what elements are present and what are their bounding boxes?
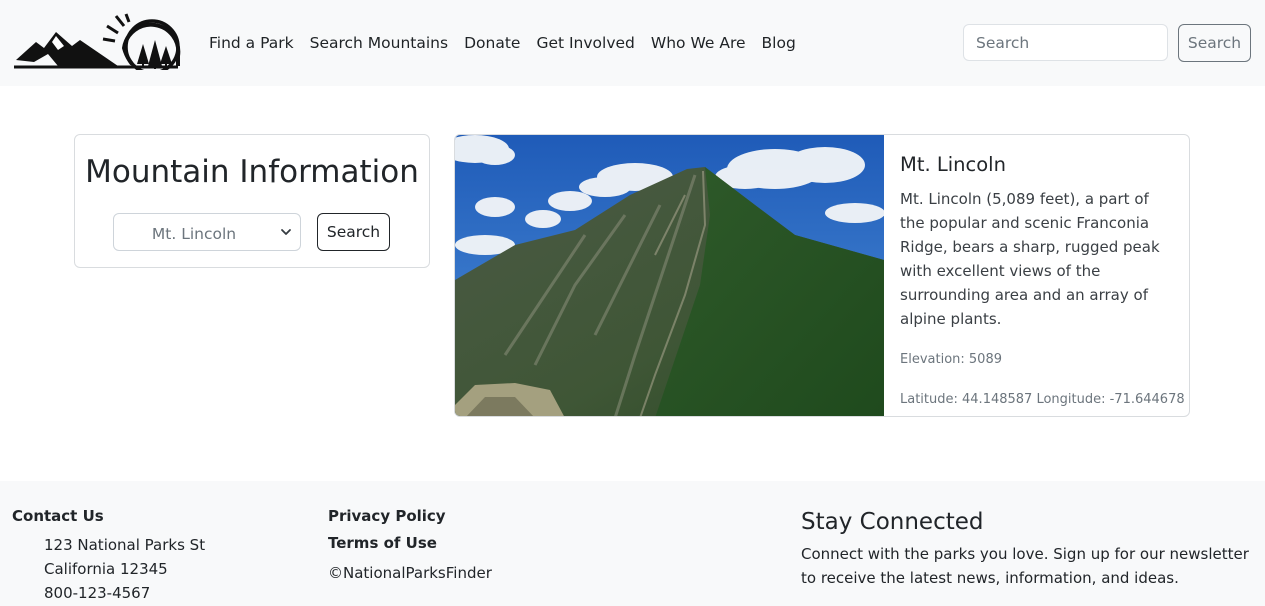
mountain-detail-card: Mt. Lincoln Mt. Lincoln (5,089 feet), a … bbox=[454, 134, 1190, 417]
address-line-1: 123 National Parks St bbox=[44, 536, 206, 554]
address-line-2: California 12345 bbox=[44, 560, 168, 578]
mountain-description: Mt. Lincoln (5,089 feet), a part of the … bbox=[900, 190, 1160, 328]
nav-links: Find a Park Search Mountains Donate Get … bbox=[209, 33, 812, 53]
stay-connected-text: Connect with the parks you love. Sign up… bbox=[801, 545, 1249, 587]
footer: Contact Us 123 National Parks St Califor… bbox=[0, 481, 1265, 606]
nav-link-donate[interactable]: Donate bbox=[464, 33, 520, 53]
mountain-elevation: Elevation: 5089 bbox=[900, 352, 1002, 367]
stay-connected-heading: Stay Connected bbox=[801, 509, 984, 535]
mountain-detail-body: Mt. Lincoln Mt. Lincoln (5,089 feet), a … bbox=[900, 153, 1185, 409]
mountain-name: Mt. Lincoln bbox=[900, 153, 1006, 176]
mountain-select-value: Mt. Lincoln bbox=[151, 225, 237, 243]
nav-link-get-involved[interactable]: Get Involved bbox=[536, 33, 634, 53]
mountain-info-card: Mountain Information Mt. Lincoln Search bbox=[74, 134, 430, 268]
nav-link-blog[interactable]: Blog bbox=[762, 33, 796, 53]
terms-of-use-link[interactable]: Terms of Use bbox=[328, 533, 437, 553]
privacy-policy-link[interactable]: Privacy Policy bbox=[328, 506, 446, 526]
mountain-search-button[interactable]: Search bbox=[317, 213, 390, 251]
mountain-select[interactable]: Mt. Lincoln bbox=[113, 213, 301, 251]
mountain-photo bbox=[455, 135, 884, 416]
contact-us-heading: Contact Us bbox=[12, 507, 104, 525]
nav-search-input[interactable] bbox=[963, 24, 1168, 61]
phone-number: 800-123-4567 bbox=[44, 584, 151, 602]
mountain-info-title: Mountain Information bbox=[85, 154, 419, 190]
mountain-sun-logo-icon[interactable] bbox=[14, 12, 182, 70]
nav-link-search-mountains[interactable]: Search Mountains bbox=[310, 33, 448, 53]
copyright-text: ©NationalParksFinder bbox=[328, 564, 492, 582]
mountain-coordinates: Latitude: 44.148587 Longitude: -71.64467… bbox=[900, 392, 1185, 407]
chevron-down-icon bbox=[281, 229, 291, 235]
nav-search-button[interactable]: Search bbox=[1178, 24, 1251, 62]
nav-link-find-a-park[interactable]: Find a Park bbox=[209, 33, 294, 53]
navbar: Find a Park Search Mountains Donate Get … bbox=[0, 0, 1265, 86]
nav-link-who-we-are[interactable]: Who We Are bbox=[651, 33, 746, 53]
